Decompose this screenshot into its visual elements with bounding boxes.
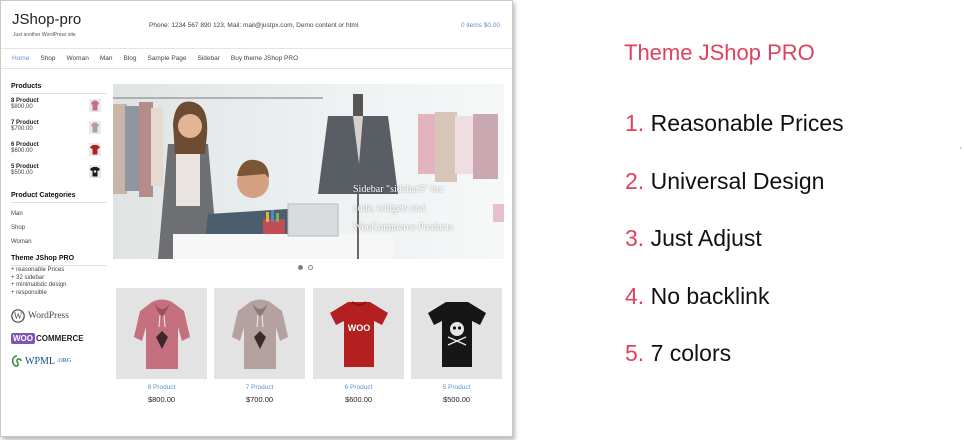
feature-number: 5. — [625, 340, 645, 366]
feature-number: 3. — [625, 225, 645, 251]
feature-number: 2. — [625, 167, 645, 194]
product-price: $500.00 — [442, 395, 471, 404]
feature-item: 4. No backlink — [625, 283, 844, 341]
woo-logo-text: WOO — [11, 332, 35, 344]
site-tagline: Just another WordPress site — [13, 32, 76, 38]
wpml-icon — [11, 354, 22, 367]
sidebar: Products 8 Product $800.00 7 Product $70… — [11, 83, 107, 371]
nav-item-sample-page[interactable]: Sample Page — [147, 55, 186, 62]
pink-hoodie-icon[interactable] — [116, 288, 207, 379]
wpml-logo[interactable]: WPML .ORG — [11, 351, 107, 371]
feature-list: 1. Reasonable Prices 2. Universal Design… — [625, 110, 844, 398]
products-heading: Products — [11, 83, 107, 94]
nav-item-buy-theme[interactable]: Buy theme JShop PRO — [231, 55, 298, 62]
black-tshirt-icon[interactable] — [89, 165, 101, 178]
hero-line: code, widgets and — [353, 203, 425, 214]
woocommerce-logo[interactable]: WOO COMMERCE — [11, 329, 107, 347]
hero-slider[interactable]: Sidebar "sidebar5" for: code, widgets an… — [113, 84, 504, 259]
product-card[interactable]: 7 Product $700.00 — [214, 288, 305, 404]
contact-info: Phone: 1234 567 890 123, Mail: mail@just… — [149, 22, 359, 29]
product-price: $700.00 — [245, 395, 274, 404]
hero-line: Sidebar "sidebar5" for: — [353, 184, 446, 195]
feature-text: Just Adjust — [650, 225, 762, 251]
cart-link[interactable]: 0 items $0.00 — [461, 22, 500, 29]
product-card[interactable]: 5 Product $500.00 — [411, 288, 502, 404]
nav-item-home[interactable]: Home — [12, 55, 29, 62]
nav-item-sidebar[interactable]: Sidebar — [198, 55, 220, 62]
feature-text: Universal Design — [650, 167, 825, 194]
category-link-woman[interactable]: Woman — [11, 235, 107, 249]
feature-item: 2. Universal Design — [625, 168, 844, 226]
feature-text: No backlink — [650, 282, 770, 309]
nav-item-woman[interactable]: Woman — [67, 55, 89, 62]
svg-text:W: W — [14, 311, 23, 321]
theme-feature-line: + minimalistic design — [11, 282, 67, 288]
nav-item-man[interactable]: Man — [100, 55, 113, 62]
slide-divider-dot — [960, 147, 962, 149]
feature-item: 5. 7 colors — [625, 340, 844, 398]
site-header: JShop-pro Just another WordPress site Ph… — [1, 1, 512, 49]
feature-number: 4. — [625, 282, 645, 309]
sidebar-product[interactable]: 6 Product $600.00 — [11, 142, 107, 164]
black-skull-tshirt-icon[interactable] — [411, 288, 502, 379]
wordpress-logo-text: WordPress — [28, 311, 69, 321]
slider-dot-2[interactable] — [308, 265, 313, 270]
grey-hoodie-icon[interactable] — [214, 288, 305, 379]
hero-line: WooCommerce Products — [353, 222, 454, 233]
wpml-logo-text: WPML — [25, 355, 55, 367]
commerce-logo-text: COMMERCE — [36, 333, 84, 343]
product-card[interactable]: 8 Product $800.00 — [116, 288, 207, 404]
slider-dot-1[interactable] — [298, 265, 303, 270]
tshirt-print-text: WOO — [347, 323, 370, 333]
pink-hoodie-icon[interactable] — [89, 99, 101, 112]
feature-text: 7 colors — [650, 340, 732, 366]
theme-feature-line: + reasonable Prices — [11, 267, 65, 273]
nav-item-shop[interactable]: Shop — [40, 55, 55, 62]
hero-caption: Sidebar "sidebar5" for: code, widgets an… — [353, 180, 453, 237]
product-name[interactable]: 5 Product — [411, 384, 502, 391]
sidebar-product[interactable]: 8 Product $800.00 — [11, 98, 107, 120]
slider-dots — [298, 265, 313, 270]
feature-item: 3. Just Adjust — [625, 225, 844, 283]
grey-hoodie-icon[interactable] — [89, 121, 101, 134]
product-price: $600.00 — [344, 395, 373, 404]
product-name[interactable]: 6 Product — [313, 384, 404, 391]
product-name[interactable]: 7 Product — [214, 384, 305, 391]
category-link-man[interactable]: Man — [11, 207, 107, 221]
product-card[interactable]: WOO 6 Product $600.00 — [313, 288, 404, 404]
product-price: $800.00 — [147, 395, 176, 404]
main-nav: Home Shop Woman Man Blog Sample Page Sid… — [1, 49, 512, 69]
red-woo-tshirt-icon[interactable]: WOO — [313, 288, 404, 379]
wordpress-logo[interactable]: W WordPress — [11, 307, 107, 325]
feature-number: 1. — [625, 110, 645, 136]
sidebar-product[interactable]: 5 Product $500.00 — [11, 164, 107, 186]
categories-heading: Product Categories — [11, 192, 107, 203]
feature-text: Reasonable Prices — [650, 110, 844, 136]
sidebar-product[interactable]: 7 Product $700.00 — [11, 120, 107, 142]
red-tshirt-icon[interactable] — [89, 143, 101, 156]
theme-feature-line: + responsible — [11, 289, 47, 296]
wordpress-icon: W — [11, 309, 25, 323]
website-screenshot: JShop-pro Just another WordPress site Ph… — [0, 0, 513, 437]
wpml-org-text: .ORG — [57, 358, 72, 364]
category-link-shop[interactable]: Shop — [11, 221, 107, 235]
slide-title: Theme JShop PRO — [624, 40, 815, 65]
theme-heading: Theme JShop PRO — [11, 255, 107, 266]
theme-feature-line: + 32 sidebar — [11, 274, 45, 281]
nav-item-blog[interactable]: Blog — [123, 55, 136, 62]
feature-item: 1. Reasonable Prices — [625, 110, 844, 168]
site-logo[interactable]: JShop-pro — [12, 11, 81, 28]
product-name[interactable]: 8 Product — [116, 384, 207, 391]
